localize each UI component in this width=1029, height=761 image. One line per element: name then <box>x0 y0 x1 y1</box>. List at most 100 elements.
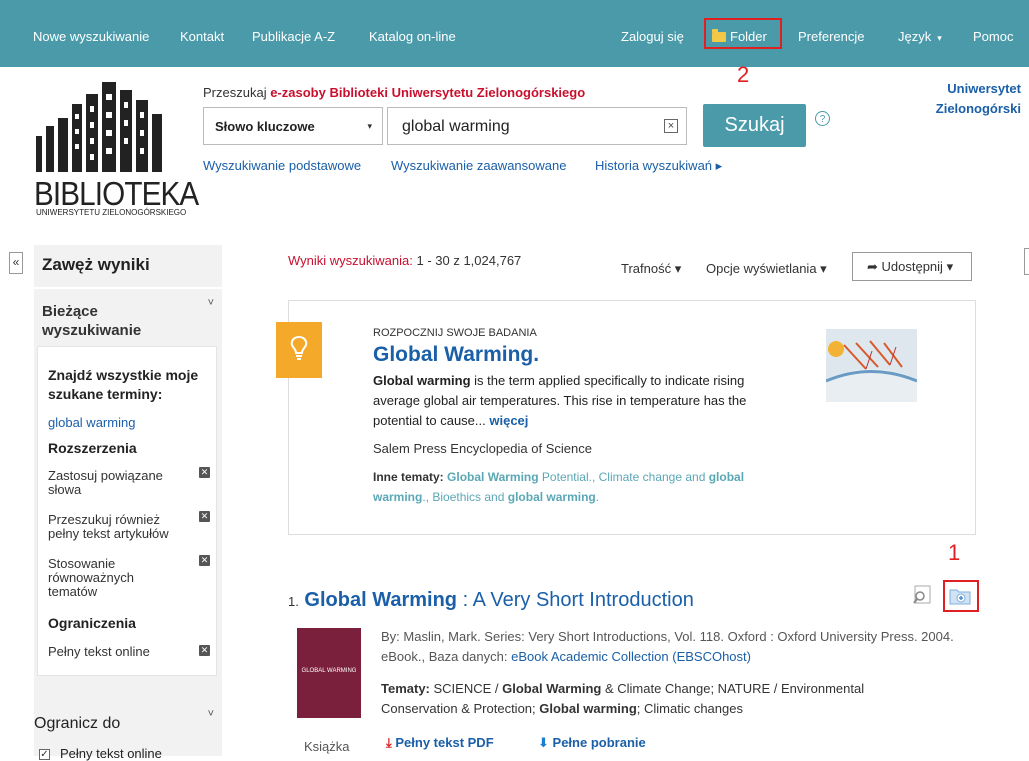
clear-icon[interactable]: × <box>664 119 678 133</box>
sort-label: Trafność <box>621 261 672 276</box>
logo-subtitle: UNIWERSYTETU ZIELONOGÓRSKIEGO <box>36 208 187 217</box>
nav-language-label: Język <box>898 29 932 44</box>
topic-text: Climate change and <box>598 470 709 484</box>
extension-item: Przeszukuj również pełny tekst artykułów <box>48 512 169 541</box>
nav-contact[interactable]: Kontakt <box>180 29 224 44</box>
add-to-folder-icon[interactable] <box>949 587 971 605</box>
subjects-term: Global Warming <box>502 681 602 696</box>
help-icon[interactable]: ? <box>815 111 830 126</box>
nav-online-catalog[interactable]: Katalog on-line <box>369 29 456 44</box>
extensions-heading: Rozszerzenia <box>48 440 137 456</box>
nav-help[interactable]: Pomoc <box>973 29 1013 44</box>
preview-magnifier-icon[interactable] <box>912 585 932 605</box>
search-history-link[interactable]: Historia wyszukiwań ▸ <box>595 158 722 174</box>
search-input[interactable]: global warming × <box>387 107 687 145</box>
search-field-value: Słowo kluczowe <box>215 119 315 134</box>
share-button[interactable]: ➦ Udostępnij ▾ <box>852 252 972 281</box>
full-download-label: Pełne pobranie <box>552 735 646 750</box>
university-line2: Zielonogórski <box>935 101 1021 116</box>
result-title[interactable]: 1. Global Warming : A Very Short Introdu… <box>288 589 694 612</box>
search-scope-label: Przeszukaj e-zasoby Biblioteki Uniwersyt… <box>203 85 585 100</box>
nav-language[interactable]: Język ▾ <box>898 29 942 44</box>
nav-publications-az[interactable]: Publikacje A-Z <box>252 29 335 44</box>
caret-down-icon: ▾ <box>671 261 682 276</box>
results-count: Wyniki wyszukiwania: 1 - 30 z 1,024,767 <box>288 253 521 268</box>
chevron-down-icon[interactable]: ˅ <box>208 708 214 720</box>
share-label: Udostępnij <box>881 259 943 274</box>
nav-preferences[interactable]: Preferencje <box>798 29 864 44</box>
university-link[interactable]: Uniwersytet Zielonogórski <box>936 79 1021 119</box>
remove-icon[interactable]: ✕ <box>199 555 210 566</box>
results-count-label: Wyniki wyszukiwania: <box>288 253 413 268</box>
sort-dropdown[interactable]: Trafność ▾ <box>621 261 681 277</box>
remove-icon[interactable]: ✕ <box>199 511 210 522</box>
research-starter-kicker: ROZPOCZNIJ SWOJE BADANIA <box>373 327 537 339</box>
remove-icon[interactable]: ✕ <box>199 645 210 656</box>
chevron-down-icon[interactable]: ˅ <box>208 297 214 309</box>
topic-text: Bioethics and <box>432 490 508 504</box>
caret-down-icon: ▾ <box>942 259 954 274</box>
sidebar-title: Zawęż wyniki <box>42 255 150 274</box>
result-number: 1. <box>288 594 299 609</box>
annotation-box-folder <box>704 18 782 49</box>
subjects-text: ; Climatic changes <box>636 701 743 716</box>
search-button[interactable]: Szukaj <box>703 104 806 147</box>
download-icon: ⬇ <box>538 735 549 750</box>
annotation-number-1: 1 <box>948 540 961 565</box>
related-topics: Inne tematy: Global Warming Potential., … <box>373 467 793 507</box>
result-title-term: Global Warming <box>304 589 458 611</box>
result-format: Książka <box>304 739 350 754</box>
current-search-heading[interactable]: Bieżące wyszukiwanie <box>42 302 192 340</box>
result-title-text: : A Very Short Introduction <box>457 589 694 611</box>
university-line1: Uniwersytet <box>947 81 1021 96</box>
refine-sidebar: Zawęż wyniki Bieżące wyszukiwanie ˅ Znaj… <box>34 245 222 761</box>
subjects-label: Tematy: <box>381 681 430 696</box>
caret-down-icon: ▾ <box>937 33 942 43</box>
research-starter-description: Global warming is the term applied speci… <box>373 371 793 431</box>
find-all-terms-value[interactable]: global warming <box>48 415 135 430</box>
full-text-pdf-link[interactable]: ⤓ Pełny tekst PDF <box>386 735 494 751</box>
right-panel-toggle[interactable] <box>1024 248 1029 275</box>
search-field-select[interactable]: Słowo kluczowe ▾ <box>203 107 383 145</box>
limit-to-section: Ogranicz do ˅ ✓ Pełny tekst online <box>34 696 222 761</box>
pdf-icon: ⤓ <box>386 735 392 750</box>
database-link[interactable]: eBook Academic Collection (EBSCOhost) <box>511 649 751 664</box>
subjects-text: SCIENCE / <box>429 681 503 696</box>
basic-search-link[interactable]: Wyszukiwanie podstawowe <box>203 158 361 173</box>
results-count-range: 1 - 30 z 1,024,767 <box>416 253 522 268</box>
full-download-link[interactable]: ⬇ Pełne pobranie <box>538 735 646 751</box>
result-metadata: By: Maslin, Mark. Series: Very Short Int… <box>381 627 981 667</box>
annotation-number-2: 2 <box>737 62 750 87</box>
topic-term: Global Warming <box>447 470 539 484</box>
more-link[interactable]: więcej <box>489 413 528 428</box>
caret-down-icon: ▾ <box>367 121 372 131</box>
topic-text: . <box>595 490 600 504</box>
research-starter-badge <box>276 322 322 378</box>
related-topic-link[interactable]: Bioethics and global warming. <box>432 490 599 504</box>
nav-new-search[interactable]: Nowe wyszukiwanie <box>33 29 149 44</box>
advanced-search-link[interactable]: Wyszukiwanie zaawansowane <box>391 158 566 173</box>
top-navigation-bar: Nowe wyszukiwanie Kontakt Publikacje A-Z… <box>0 0 1029 67</box>
lightbulb-icon <box>290 335 308 360</box>
current-search-panel: Znajdź wszystkie moje szukane terminy: g… <box>37 346 217 676</box>
result-subjects: Tematy: SCIENCE / Global Warming & Clima… <box>381 679 941 719</box>
research-starter-source: Salem Press Encyclopedia of Science <box>373 441 592 456</box>
display-options-label: Opcje wyświetlania <box>706 261 817 276</box>
remove-icon[interactable]: ✕ <box>199 467 210 478</box>
full-text-checkbox-label: Pełny tekst online <box>60 746 162 761</box>
desc-term: Global warming <box>373 373 471 388</box>
caret-down-icon: ▾ <box>816 261 827 276</box>
sidebar-divider <box>34 287 222 289</box>
full-text-checkbox[interactable]: ✓ <box>39 749 50 760</box>
book-cover-text: GLOBAL WARMING <box>301 668 357 674</box>
display-options-dropdown[interactable]: Opcje wyświetlania ▾ <box>706 261 827 277</box>
search-query-text: global warming <box>402 118 510 135</box>
related-topic-link[interactable]: Global Warming Potential. <box>447 470 592 484</box>
limit-item: Pełny tekst online <box>48 644 150 659</box>
research-starter-title[interactable]: Global Warming. <box>373 343 539 367</box>
collapse-sidebar-button[interactable]: « <box>9 252 23 274</box>
limit-to-heading[interactable]: Ogranicz do <box>34 715 120 733</box>
extension-item: Zastosuj powiązane słowa <box>48 468 163 497</box>
nav-login[interactable]: Zaloguj się <box>621 29 684 44</box>
search-scope-name: e-zasoby Biblioteki Uniwersytetu Zielono… <box>270 85 586 100</box>
